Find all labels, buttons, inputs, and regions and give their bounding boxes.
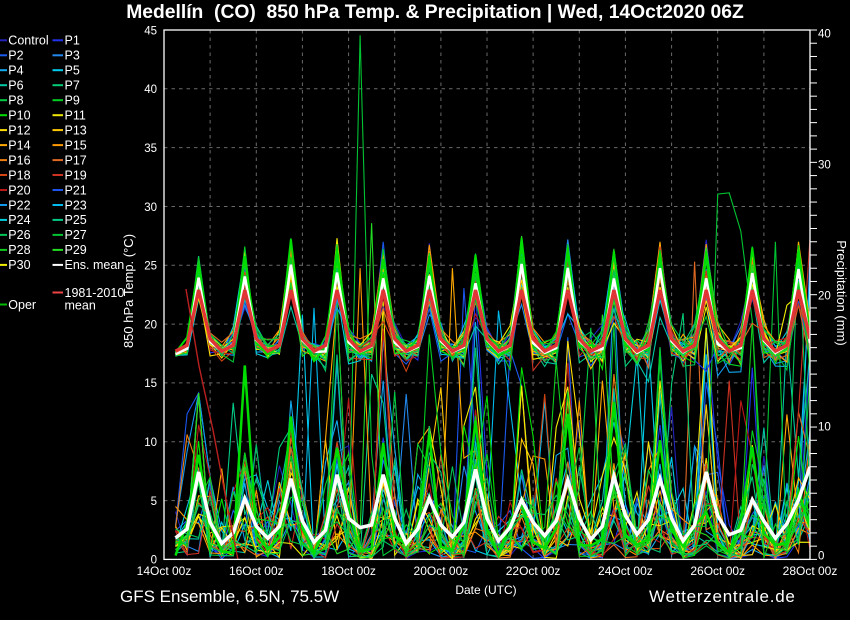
svg-text:P3: P3: [65, 49, 80, 63]
svg-text:mean: mean: [65, 298, 96, 312]
svg-text:P4: P4: [8, 64, 23, 78]
svg-text:P15: P15: [65, 138, 87, 152]
svg-text:0: 0: [818, 550, 824, 562]
svg-text:14Oct 00z: 14Oct 00z: [137, 564, 192, 578]
svg-text:Medellín (CO) 850 hPa Temp.: Medellín (CO) 850 hPa Temp. & Precipitat…: [126, 2, 744, 23]
svg-text:P13: P13: [65, 123, 87, 137]
svg-text:P17: P17: [65, 153, 87, 167]
svg-text:20: 20: [818, 290, 831, 302]
svg-text:20Oct 00z: 20Oct 00z: [414, 564, 469, 578]
svg-text:16Oct 00z: 16Oct 00z: [229, 564, 284, 578]
svg-text:28Oct 00z: 28Oct 00z: [783, 564, 838, 578]
svg-text:P5: P5: [65, 64, 80, 78]
svg-text:Wetterzentrale.de: Wetterzentrale.de: [649, 587, 796, 606]
svg-text:P30: P30: [8, 258, 30, 272]
svg-text:Date (UTC): Date (UTC): [455, 583, 516, 597]
svg-text:25: 25: [144, 261, 157, 273]
svg-text:P18: P18: [8, 168, 30, 182]
svg-text:18Oct 00z: 18Oct 00z: [321, 564, 376, 578]
svg-text:P9: P9: [65, 94, 80, 108]
svg-text:22Oct 00z: 22Oct 00z: [506, 564, 561, 578]
svg-text:10: 10: [144, 437, 157, 449]
svg-text:26Oct 00z: 26Oct 00z: [690, 564, 745, 578]
svg-text:P6: P6: [8, 79, 23, 93]
svg-text:P14: P14: [8, 138, 30, 152]
svg-text:P12: P12: [8, 123, 30, 137]
svg-text:P24: P24: [8, 213, 30, 227]
svg-text:P29: P29: [65, 243, 87, 257]
svg-text:P26: P26: [8, 228, 30, 242]
svg-text:P7: P7: [65, 79, 80, 93]
svg-text:P25: P25: [65, 213, 87, 227]
svg-text:Ens. mean: Ens. mean: [65, 258, 125, 272]
svg-text:P22: P22: [8, 198, 30, 212]
svg-text:P27: P27: [65, 228, 87, 242]
svg-text:P23: P23: [65, 198, 87, 212]
svg-text:40: 40: [818, 28, 831, 40]
svg-text:P11: P11: [65, 109, 86, 123]
svg-text:30: 30: [144, 202, 157, 214]
svg-text:P19: P19: [65, 168, 87, 182]
svg-text:24Oct 00z: 24Oct 00z: [598, 564, 653, 578]
svg-text:P28: P28: [8, 243, 30, 257]
svg-text:P2: P2: [8, 49, 23, 63]
svg-text:Precipitation (mm): Precipitation (mm): [834, 240, 849, 345]
svg-text:GFS Ensemble, 6.5N, 75.5W: GFS Ensemble, 6.5N, 75.5W: [120, 587, 339, 606]
svg-text:40: 40: [144, 84, 157, 96]
svg-text:P1: P1: [65, 34, 80, 48]
svg-text:10: 10: [818, 421, 831, 433]
svg-text:15: 15: [144, 378, 157, 390]
svg-text:P10: P10: [8, 109, 30, 123]
svg-text:Oper: Oper: [8, 298, 36, 312]
svg-text:P20: P20: [8, 183, 30, 197]
svg-text:45: 45: [144, 25, 157, 37]
svg-text:30: 30: [818, 159, 831, 171]
svg-text:P8: P8: [8, 94, 23, 108]
svg-text:5: 5: [151, 496, 157, 508]
svg-text:P16: P16: [8, 153, 30, 167]
svg-text:35: 35: [144, 143, 157, 155]
svg-text:Control: Control: [8, 34, 48, 48]
svg-text:P21: P21: [65, 183, 87, 197]
svg-text:20: 20: [144, 319, 157, 331]
